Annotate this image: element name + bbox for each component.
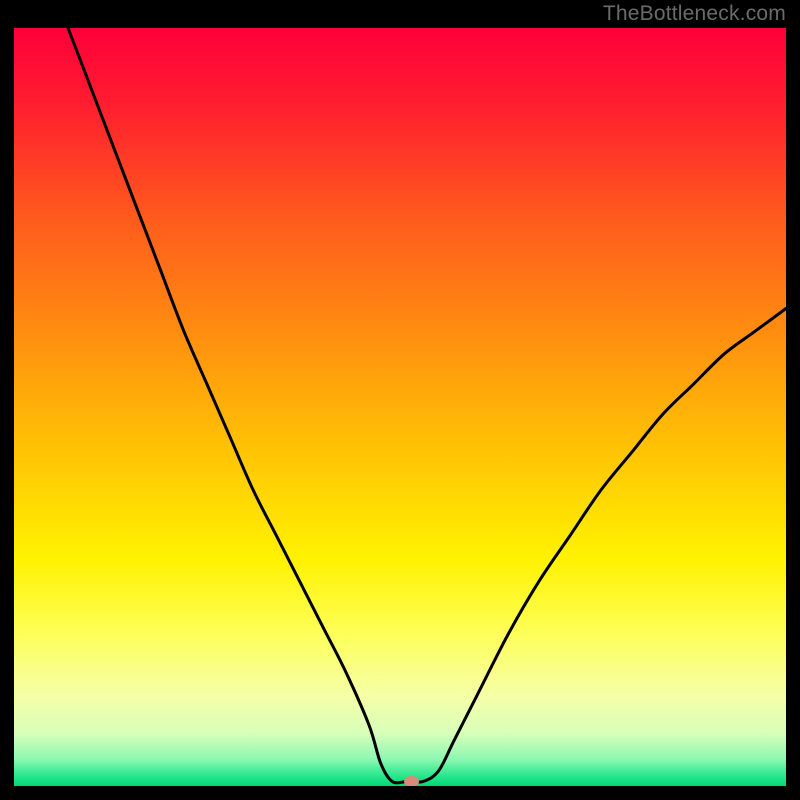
chart-frame: TheBottleneck.com xyxy=(0,0,800,800)
attribution-label: TheBottleneck.com xyxy=(603,2,786,26)
bottleneck-plot xyxy=(14,28,786,786)
plot-svg xyxy=(14,28,786,786)
